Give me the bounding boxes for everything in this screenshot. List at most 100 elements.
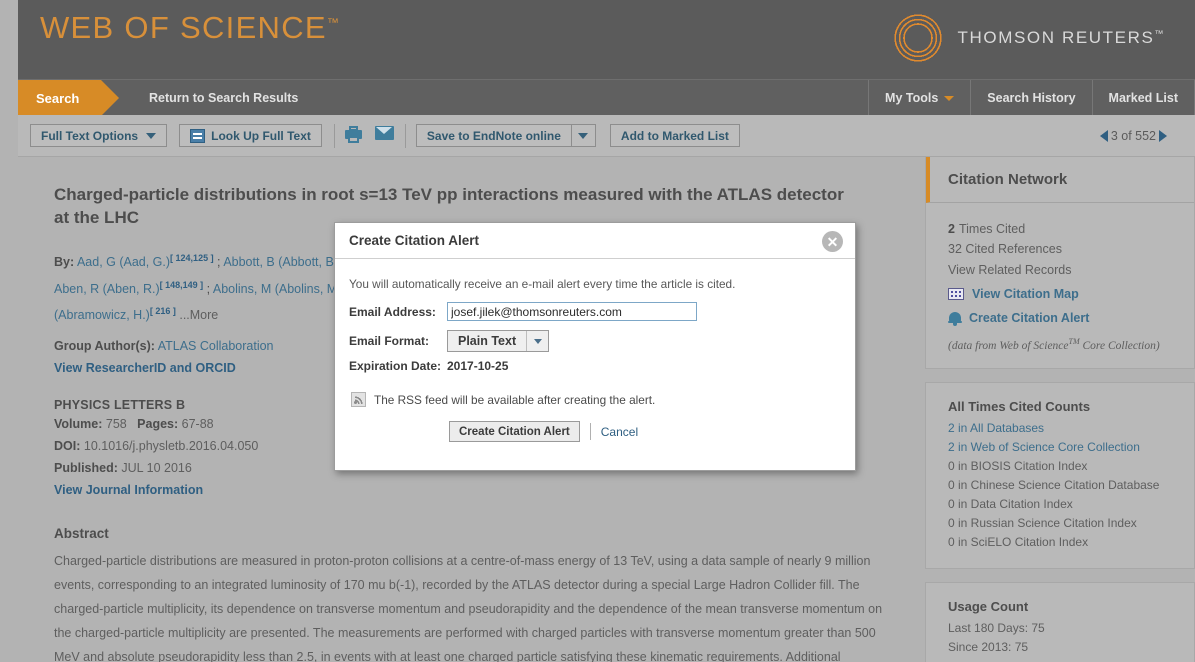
main-navbar: Search Return to Search Results My Tools… [18,79,1195,116]
published-label: Published: [54,460,118,475]
pager-label: 3 of 552 [1110,128,1156,143]
cited-count-item[interactable]: 2 in All Databases [948,419,1178,437]
thomson-reuters-mark-icon [891,12,944,64]
tab-search[interactable]: Search [18,80,120,116]
author-link[interactable]: Aad, G (Aad, G.) [77,255,170,269]
expiration-date-row: Expiration Date: 2017-10-25 [349,359,839,373]
dialog-header: Create Citation Alert ✕ [335,223,855,259]
group-author-label: Group Author(s): [54,339,155,354]
all-times-cited-title: All Times Cited Counts [948,399,1091,415]
thomson-reuters-logo: THOMSON REUTERS™ [891,12,1165,64]
cited-count-item: 0 in SciELO Citation Index [948,535,1089,550]
times-cited-count: 2 [948,222,955,236]
view-journal-information-link[interactable]: View Journal Information [54,483,203,497]
author-link[interactable]: Abbott, B (Abbott, B.) [223,255,341,269]
email-format-value: Plain Text [458,334,517,348]
previous-record-icon[interactable] [1099,129,1108,142]
view-citation-map-label: View Citation Map [972,286,1079,301]
rss-notice-text: The RSS feed will be available after cre… [374,392,656,407]
cancel-link[interactable]: Cancel [601,425,638,439]
citation-network-title: Citation Network [926,157,1194,203]
author-affiliation-refs: [ 148,149 ] [159,279,204,290]
times-cited-label: Times Cited [958,222,1026,236]
view-citation-map-row[interactable]: View Citation Map [948,284,1178,304]
expiration-date-label: Expiration Date: [349,359,442,373]
return-to-search-results-link[interactable]: Return to Search Results [131,80,298,116]
email-format-select[interactable]: Plain Text [447,330,550,352]
view-related-records-label: View Related Records [948,262,1072,277]
brand-trademark: ™ [326,15,339,30]
return-link-label: Return to Search Results [149,91,299,105]
by-label: By: [54,255,75,270]
save-to-endnote-button[interactable]: Save to EndNote online [415,124,596,147]
doi-label: DOI: [54,439,81,454]
view-related-records-row[interactable]: View Related Records [948,260,1178,280]
citation-network-body: 2 Times Cited 32 Cited References View R… [926,203,1194,368]
next-record-icon[interactable] [1159,129,1167,142]
author-affiliation-refs: [ 216 ] [149,306,176,317]
more-authors-link[interactable]: ...More [179,308,218,322]
envelope-icon [374,125,394,140]
save-to-endnote-label-wrap: Save to EndNote online [415,124,572,147]
email-address-row: Email Address: [349,302,839,321]
create-citation-alert-label: Create Citation Alert [969,311,1090,325]
nav-my-tools[interactable]: My Tools [868,80,970,116]
rss-icon [351,392,366,407]
web-of-science-logo[interactable]: WEB OF SCIENCE™ [40,10,339,46]
nav-marked-list[interactable]: Marked List [1091,80,1195,116]
full-text-options-button[interactable]: Full Text Options [30,124,168,147]
dialog-body: You will automatically receive an e-mail… [335,259,855,442]
dialog-actions: Create Citation Alert Cancel [349,421,839,442]
cited-references-row[interactable]: 32 Cited References [948,239,1178,259]
create-citation-alert-row[interactable]: Create Citation Alert [948,308,1178,328]
thomson-reuters-name: THOMSON REUTERS™ [957,28,1165,47]
volume-value: 758 [105,417,127,432]
chevron-down-icon [944,95,955,101]
pages-value: 67-88 [181,417,214,432]
cited-count-item: 0 in Russian Science Citation Index [948,516,1137,531]
cited-count-item: 0 in BIOSIS Citation Index [948,459,1088,474]
author-link[interactable]: Abolins, M (Abolins, M.) [213,282,345,296]
usage-count-title: Usage Count [948,599,1029,615]
view-researcherid-orcid-link[interactable]: View ResearcherID and ORCID [54,361,236,375]
nav-search-history[interactable]: Search History [970,80,1091,116]
add-to-marked-list-label: Add to Marked List [620,128,729,143]
chevron-down-icon [146,132,157,139]
group-author-value[interactable]: ATLAS Collaboration [158,339,274,353]
print-button[interactable] [344,125,367,146]
usage-count-panel: Usage Count Last 180 Days: 75 Since 2013… [925,582,1195,662]
brand-name: WEB OF SCIENCE [40,10,327,45]
email-input[interactable] [447,302,697,321]
author-link[interactable]: Aben, R (Aben, R.) [54,282,160,296]
citation-network-panel: Citation Network 2 Times Cited 32 Cited … [925,157,1195,370]
email-button[interactable] [374,125,397,146]
all-times-cited-panel: All Times Cited Counts 2 in All Database… [925,382,1195,570]
look-up-full-text-button[interactable]: Look Up Full Text [179,124,322,147]
cited-references-label: 32 Cited References [948,242,1062,257]
tab-search-label: Search [36,90,80,106]
chevron-down-icon [526,331,548,351]
page-root: WEB OF SCIENCE™ THOMSON REUTERS™ Search … [0,0,1195,662]
usage-last-180-days: Last 180 Days: 75 [948,621,1045,636]
close-icon[interactable]: ✕ [822,231,843,252]
create-citation-alert-submit-button[interactable]: Create Citation Alert [449,421,580,442]
chevron-down-icon [578,132,589,139]
email-format-label: Email Format: [349,334,430,348]
times-cited-row[interactable]: 2 Times Cited [948,219,1178,239]
save-to-endnote-label: Save to EndNote online [426,128,561,143]
email-address-label: Email Address: [349,304,436,319]
cited-count-item[interactable]: 2 in Web of Science Core Collection [948,438,1178,456]
usage-since-2013: Since 2013: 75 [948,640,1029,655]
save-to-endnote-dropdown[interactable] [571,124,596,147]
rss-notice-row: The RSS feed will be available after cre… [349,392,839,407]
all-times-cited-body: All Times Cited Counts 2 in All Database… [926,383,1194,568]
volume-label: Volume: [54,417,103,432]
printer-icon [344,125,362,143]
look-up-full-text-label: Look Up Full Text [211,128,311,143]
citation-map-icon [948,287,964,300]
dialog-intro-text: You will automatically receive an e-mail… [349,277,736,291]
abstract-text: Charged-particle distributions are measu… [54,553,883,662]
nav-search-history-label: Search History [987,91,1076,105]
author-link[interactable]: (Abramowicz, H.) [54,308,150,322]
add-to-marked-list-button[interactable]: Add to Marked List [609,124,740,147]
